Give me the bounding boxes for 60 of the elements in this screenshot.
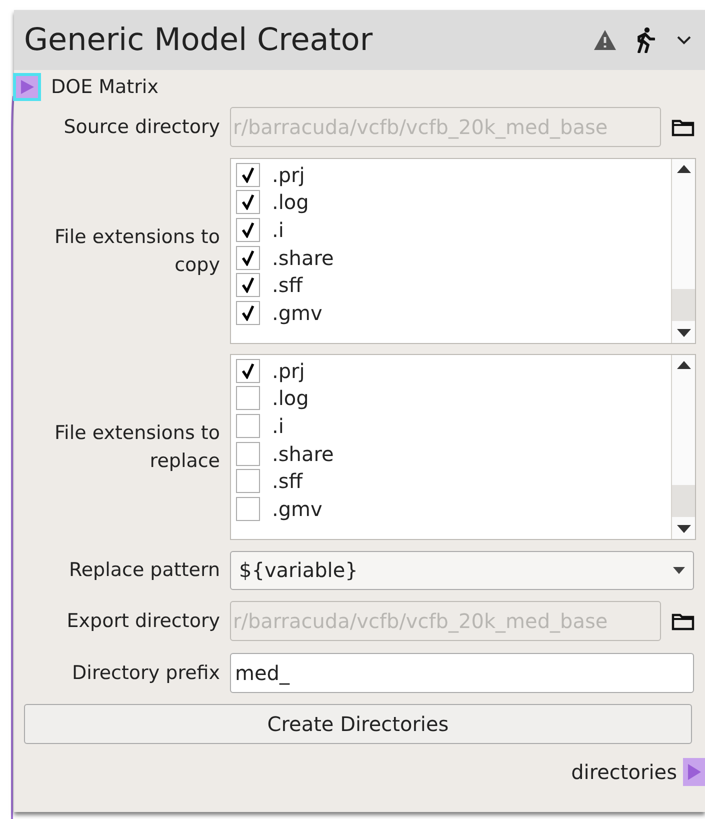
warning-icon[interactable] [593, 29, 617, 51]
port-label: DOE Matrix [51, 74, 158, 100]
field-label: File extensions to copy [54, 225, 220, 278]
checkbox[interactable] [236, 162, 260, 187]
scrollbar-thumb[interactable] [672, 485, 695, 517]
checkbox[interactable] [236, 246, 260, 270]
extension-label: .sff [272, 469, 303, 494]
check-icon [240, 362, 256, 379]
extension-label: .prj [272, 162, 305, 187]
checkbox[interactable] [236, 442, 260, 466]
extension-list[interactable]: .prj .log .i .share .sff .gmv [230, 354, 696, 540]
check-icon [240, 304, 256, 321]
check-icon [240, 194, 256, 210]
extension-list[interactable]: .prj .log .i .share .sff .gmv [230, 158, 696, 344]
checkbox[interactable] [236, 300, 260, 325]
running-figure-icon[interactable] [635, 27, 655, 53]
check-icon [240, 250, 256, 266]
field-label: File extensions to replace [54, 421, 220, 474]
scroll-down-icon[interactable] [676, 525, 690, 533]
checkbox[interactable] [236, 469, 260, 494]
scrollbar[interactable] [671, 159, 695, 343]
folder-icon[interactable] [671, 117, 695, 137]
node-title: Generic Model Creator [24, 20, 374, 60]
chevron-down-icon[interactable] [677, 36, 691, 44]
field-label: Source directory [64, 115, 220, 140]
field-label: Directory prefix [72, 661, 220, 686]
folder-icon[interactable] [671, 611, 695, 631]
scrollbar-thumb[interactable] [672, 289, 695, 321]
checkbox[interactable] [236, 358, 260, 383]
checkbox[interactable] [236, 218, 260, 242]
pattern-dropdown[interactable]: ${variable} [230, 550, 694, 590]
extension-label: .prj [272, 358, 305, 383]
extension-label: .share [272, 442, 334, 466]
extension-label: .sff [272, 273, 303, 298]
extension-label: .i [272, 414, 284, 438]
extension-label: .gmv [272, 496, 322, 521]
check-icon [240, 222, 256, 238]
extension-label: .log [272, 386, 309, 410]
field-label: Replace pattern [68, 558, 220, 583]
check-icon [240, 277, 256, 294]
checkbox[interactable] [236, 386, 260, 410]
checkbox[interactable] [236, 414, 260, 438]
extension-label: .gmv [272, 300, 322, 325]
prefix-field[interactable]: med_ [230, 653, 694, 693]
field-label: Export directory [66, 609, 220, 634]
create-directories-button[interactable]: Create Directories [24, 704, 692, 744]
scroll-up-icon[interactable] [676, 361, 690, 369]
extension-label: .share [272, 246, 334, 270]
input-port-icon[interactable] [13, 73, 41, 101]
port-label: directories [571, 759, 677, 786]
scrollbar[interactable] [671, 355, 695, 539]
checkbox[interactable] [236, 496, 260, 521]
scroll-down-icon[interactable] [676, 329, 690, 337]
extension-label: .log [272, 190, 309, 214]
check-icon [240, 166, 256, 183]
checkbox[interactable] [236, 273, 260, 298]
scroll-up-icon[interactable] [676, 165, 690, 173]
extension-label: .i [272, 218, 284, 242]
checkbox[interactable] [236, 190, 260, 214]
dropdown-arrow-icon [673, 566, 685, 574]
